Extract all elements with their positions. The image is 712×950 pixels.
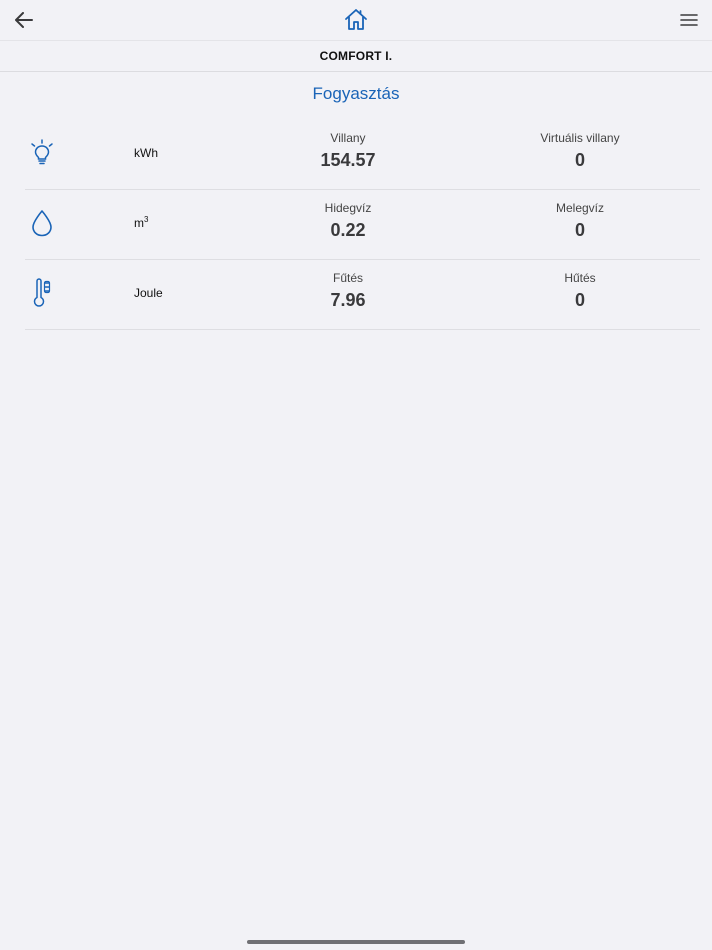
house-icon	[345, 9, 367, 30]
consumption-row-heating[interactable]: Joule Fűtés 7.96 Hűtés 0	[25, 260, 700, 330]
metric-label: Hűtés	[564, 271, 596, 285]
location-header: COMFORT I.	[0, 40, 712, 72]
metric-label: Melegvíz	[555, 201, 605, 215]
navigation-bar	[0, 0, 712, 40]
consumption-list: kWh Villany 154.57 Virtuális villany 0 m…	[25, 120, 700, 330]
consumption-row-electricity[interactable]: kWh Villany 154.57 Virtuális villany 0	[25, 120, 700, 190]
arrow-left-icon	[15, 12, 33, 28]
metric-label: Hidegvíz	[324, 201, 372, 215]
metric-primary: Fűtés 7.96	[258, 270, 438, 311]
metric-label: Fűtés	[332, 271, 363, 285]
home-indicator[interactable]	[247, 940, 465, 944]
metric-secondary: Virtuális villany 0	[490, 130, 670, 171]
back-button[interactable]	[12, 9, 36, 31]
location-title: COMFORT I.	[319, 49, 393, 63]
metric-value: 0	[574, 290, 585, 310]
unit-label: m3	[134, 215, 149, 231]
metric-value: 0.22	[330, 220, 366, 240]
metric-value: 0	[574, 220, 585, 240]
unit-base: m	[134, 216, 144, 230]
lightbulb-icon	[27, 138, 57, 168]
metric-value: 0	[574, 150, 585, 170]
metric-primary: Hidegvíz 0.22	[258, 200, 438, 241]
metric-secondary: Hűtés 0	[490, 270, 670, 311]
unit-label: Joule	[134, 286, 163, 300]
metric-primary: Villany 154.57	[258, 130, 438, 171]
unit-label: kWh	[134, 146, 158, 160]
metric-value: 154.57	[320, 150, 376, 170]
home-button[interactable]	[343, 6, 369, 32]
metric-label: Virtuális villany	[540, 131, 620, 145]
section-title: Fogyasztás	[312, 84, 400, 103]
consumption-row-water[interactable]: m3 Hidegvíz 0.22 Melegvíz 0	[25, 190, 700, 260]
thermometer-icon	[27, 278, 57, 308]
metric-value: 7.96	[330, 290, 366, 310]
metric-label: Villany	[330, 131, 366, 145]
water-drop-icon	[27, 208, 57, 238]
hamburger-menu-icon	[680, 14, 698, 26]
metric-secondary: Melegvíz 0	[490, 200, 670, 241]
menu-button[interactable]	[678, 11, 700, 29]
unit-superscript: 3	[144, 215, 149, 224]
